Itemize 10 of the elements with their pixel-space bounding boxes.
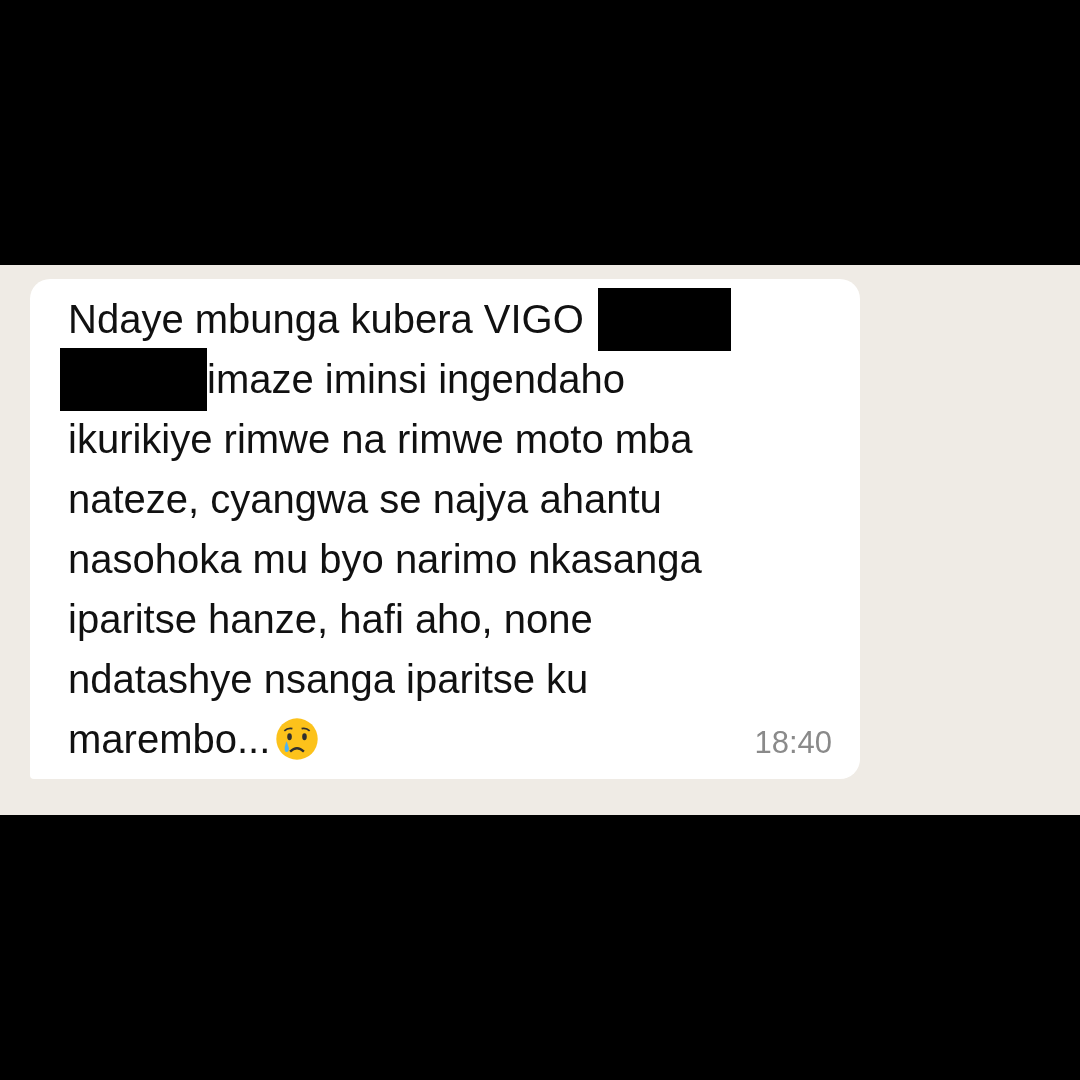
message-line: iparitse hanze, hafi aho, none: [68, 596, 593, 643]
message-line: imaze iminsi ingendaho: [207, 356, 625, 403]
message-line: nateze, cyangwa se najya ahantu: [68, 476, 662, 523]
message-line: marembo...: [68, 716, 271, 763]
message-line: ikurikiye rimwe na rimwe moto mba: [68, 416, 693, 463]
message-time: 18:40: [754, 725, 832, 762]
crying-face-icon: [274, 716, 321, 762]
message-line: nasohoka mu byo narimo nkasanga: [68, 536, 702, 583]
message-line: Ndaye mbunga kubera VIGO: [68, 296, 584, 343]
message-line: ndatashye nsanga iparitse ku: [68, 656, 589, 703]
